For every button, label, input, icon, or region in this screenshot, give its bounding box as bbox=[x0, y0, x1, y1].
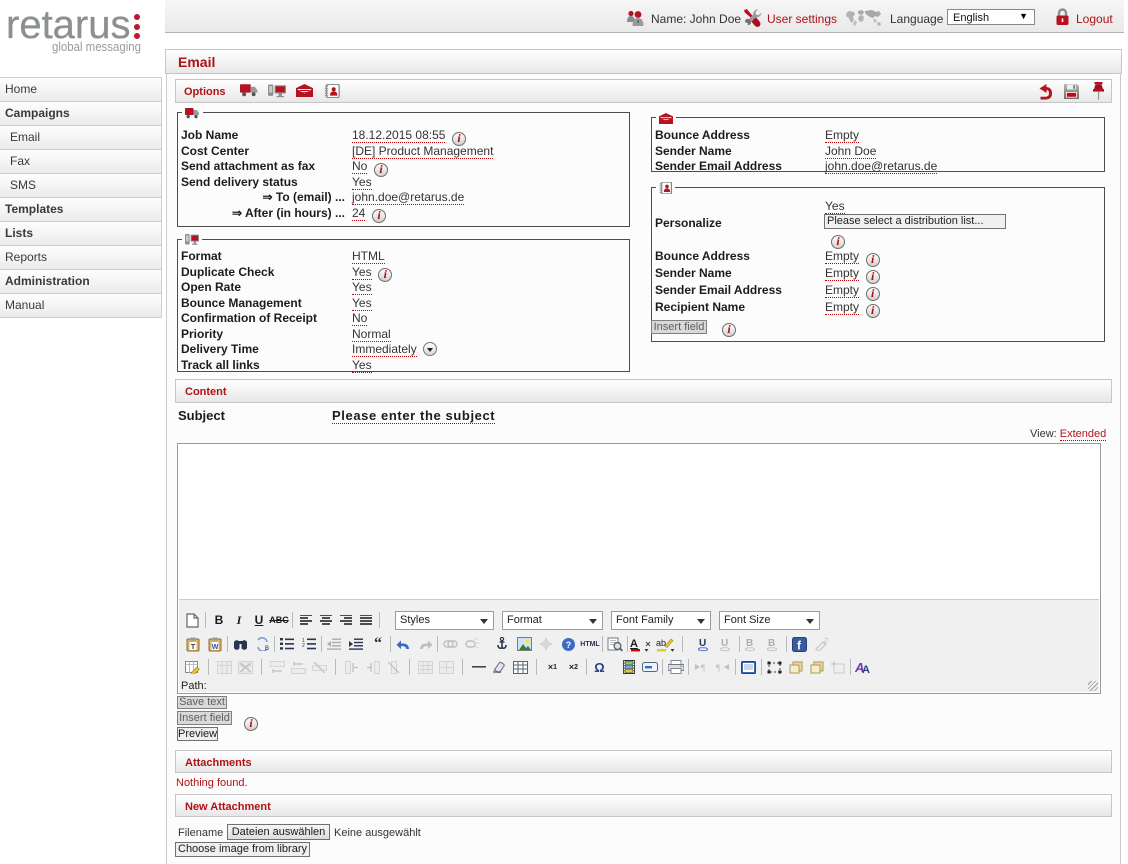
svg-text:T: T bbox=[191, 644, 196, 651]
svg-text:U: U bbox=[699, 638, 706, 649]
svg-text:?: ? bbox=[565, 640, 571, 650]
svg-text:B: B bbox=[746, 638, 753, 649]
svg-text:B: B bbox=[265, 646, 269, 651]
svg-text:A: A bbox=[862, 664, 870, 674]
svg-text:2: 2 bbox=[302, 643, 305, 649]
svg-text:¶: ¶ bbox=[716, 663, 720, 673]
svg-text:ab: ab bbox=[656, 638, 666, 648]
svg-text:W: W bbox=[212, 644, 219, 651]
svg-text:U: U bbox=[721, 638, 728, 649]
svg-text:¶: ¶ bbox=[701, 663, 705, 673]
svg-text:B: B bbox=[768, 638, 775, 649]
svg-text:A: A bbox=[630, 638, 638, 650]
